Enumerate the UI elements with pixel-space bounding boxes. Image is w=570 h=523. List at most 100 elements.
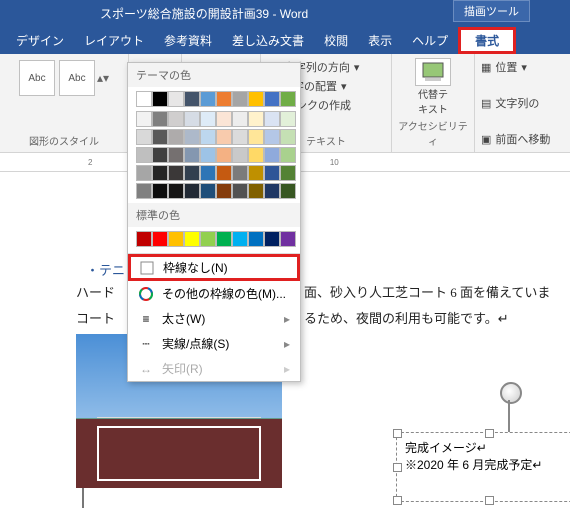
color-swatch[interactable]	[232, 165, 248, 181]
no-outline-item[interactable]: 枠線なし(N)	[128, 254, 300, 281]
color-swatch[interactable]	[248, 231, 264, 247]
color-swatch[interactable]	[280, 183, 296, 199]
color-swatch[interactable]	[232, 231, 248, 247]
resize-handle[interactable]	[393, 463, 402, 472]
color-swatch[interactable]	[200, 183, 216, 199]
more-outline-colors-item[interactable]: その他の枠線の色(M)...	[128, 281, 300, 306]
color-swatch[interactable]	[216, 91, 232, 107]
color-swatch[interactable]	[136, 111, 152, 127]
color-swatch[interactable]	[264, 165, 280, 181]
color-swatch[interactable]	[152, 111, 168, 127]
color-swatch[interactable]	[200, 231, 216, 247]
weight-submenu[interactable]: ≡ 太さ(W) ▸	[128, 306, 300, 331]
color-swatch[interactable]	[216, 129, 232, 145]
color-swatch[interactable]	[184, 129, 200, 145]
tab-mailings[interactable]: 差し込み文書	[222, 28, 314, 53]
color-swatch[interactable]	[232, 183, 248, 199]
color-swatch[interactable]	[168, 129, 184, 145]
color-swatch[interactable]	[168, 91, 184, 107]
color-swatch[interactable]	[168, 147, 184, 163]
dashes-submenu[interactable]: ┄ 実線/点線(S) ▸	[128, 331, 300, 356]
position-button[interactable]: ▦位置 ▾	[481, 58, 527, 76]
color-swatch[interactable]	[280, 147, 296, 163]
color-swatch[interactable]	[200, 129, 216, 145]
tab-format[interactable]: 書式	[458, 27, 516, 54]
color-swatch[interactable]	[248, 183, 264, 199]
tab-review[interactable]: 校閲	[314, 28, 358, 53]
color-swatch[interactable]	[200, 91, 216, 107]
tab-view[interactable]: 表示	[358, 28, 402, 53]
color-swatch[interactable]	[136, 147, 152, 163]
color-swatch[interactable]	[200, 111, 216, 127]
color-swatch[interactable]	[136, 165, 152, 181]
tab-help[interactable]: ヘルプ	[402, 28, 458, 53]
color-swatch[interactable]	[248, 165, 264, 181]
color-swatch[interactable]	[184, 183, 200, 199]
color-swatch[interactable]	[264, 231, 280, 247]
color-swatch[interactable]	[264, 91, 280, 107]
color-swatch[interactable]	[264, 111, 280, 127]
contextual-tool-tab[interactable]: 描画ツール	[453, 0, 530, 22]
resize-handle[interactable]	[393, 496, 402, 505]
color-swatch[interactable]	[216, 147, 232, 163]
color-swatch[interactable]	[248, 129, 264, 145]
color-swatch[interactable]	[184, 165, 200, 181]
color-swatch[interactable]	[152, 129, 168, 145]
color-swatch[interactable]	[152, 91, 168, 107]
color-swatch[interactable]	[136, 91, 152, 107]
color-swatch[interactable]	[216, 183, 232, 199]
color-swatch[interactable]	[168, 165, 184, 181]
color-swatch[interactable]	[232, 129, 248, 145]
tab-layout[interactable]: レイアウト	[74, 28, 154, 53]
color-swatch[interactable]	[136, 183, 152, 199]
color-swatch[interactable]	[184, 91, 200, 107]
color-swatch[interactable]	[184, 231, 200, 247]
dd-section-theme: テーマの色	[128, 63, 300, 87]
color-swatch[interactable]	[200, 165, 216, 181]
callout-textbox[interactable]: 完成イメージ↵ ※2020 年 6 月完成予定↵	[396, 432, 570, 502]
color-swatch[interactable]	[168, 183, 184, 199]
color-swatch[interactable]	[168, 231, 184, 247]
color-swatch[interactable]	[248, 147, 264, 163]
color-swatch[interactable]	[280, 111, 296, 127]
shape-style-preset[interactable]: Abc	[59, 60, 95, 96]
connector-handle[interactable]	[500, 382, 522, 404]
color-swatch[interactable]	[136, 129, 152, 145]
color-swatch[interactable]	[264, 147, 280, 163]
color-swatch[interactable]	[216, 165, 232, 181]
shape-style-preset[interactable]: Abc	[19, 60, 55, 96]
color-swatch[interactable]	[152, 165, 168, 181]
color-swatch[interactable]	[200, 147, 216, 163]
alt-text-button[interactable]	[415, 58, 451, 86]
standard-color-row	[128, 227, 300, 251]
resize-handle[interactable]	[485, 429, 494, 438]
color-swatch[interactable]	[216, 111, 232, 127]
color-swatch[interactable]	[216, 231, 232, 247]
color-swatch[interactable]	[280, 129, 296, 145]
color-swatch[interactable]	[280, 231, 296, 247]
color-swatch[interactable]	[232, 111, 248, 127]
color-swatch[interactable]	[280, 91, 296, 107]
resize-handle[interactable]	[393, 429, 402, 438]
color-swatch[interactable]	[136, 231, 152, 247]
wrap-text-button[interactable]: ▤文字列の	[481, 94, 539, 112]
bring-forward-button[interactable]: ▣前面へ移動	[481, 130, 550, 148]
color-swatch[interactable]	[168, 111, 184, 127]
color-swatch[interactable]	[152, 231, 168, 247]
color-swatch[interactable]	[232, 91, 248, 107]
color-swatch[interactable]	[184, 111, 200, 127]
style-gallery-more[interactable]: ▴▾	[97, 58, 111, 98]
color-swatch[interactable]	[248, 91, 264, 107]
color-swatch[interactable]	[184, 147, 200, 163]
color-swatch[interactable]	[152, 147, 168, 163]
callout-line2: ※2020 年 6 月完成予定↵	[405, 456, 570, 473]
color-swatch[interactable]	[280, 165, 296, 181]
color-swatch[interactable]	[232, 147, 248, 163]
color-swatch[interactable]	[248, 111, 264, 127]
color-swatch[interactable]	[264, 183, 280, 199]
tab-references[interactable]: 参考資料	[154, 28, 222, 53]
color-swatch[interactable]	[264, 129, 280, 145]
color-swatch[interactable]	[152, 183, 168, 199]
resize-handle[interactable]	[485, 496, 494, 505]
tab-design[interactable]: デザイン	[6, 28, 74, 53]
